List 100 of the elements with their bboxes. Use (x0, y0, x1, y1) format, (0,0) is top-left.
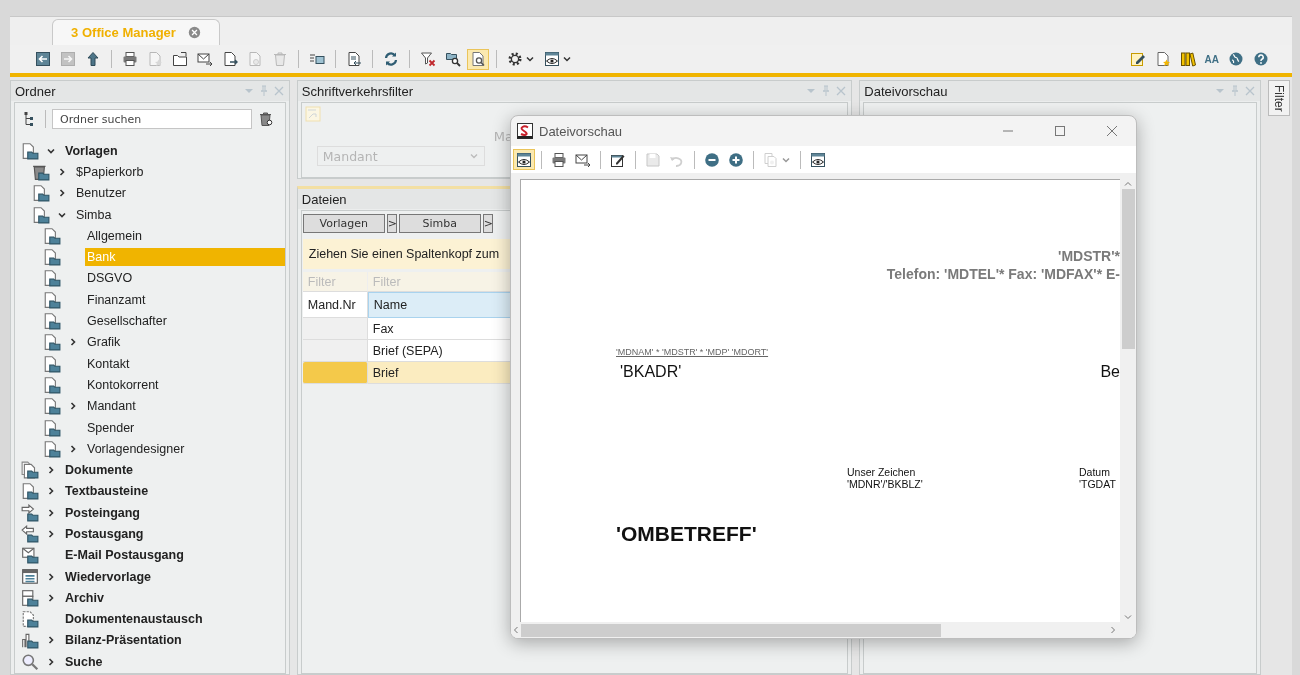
app-logo-icon (517, 123, 533, 139)
document-folder-icon (43, 248, 61, 267)
chevron-right-icon[interactable] (68, 337, 78, 348)
side-tab[interactable]: Filter (1268, 80, 1291, 116)
document-folder-icon (43, 290, 61, 309)
tree-item[interactable]: Postausgang (63, 525, 285, 543)
document-folder-icon (43, 418, 61, 437)
document-folder-icon (21, 482, 39, 501)
chevron-right-icon[interactable] (46, 592, 56, 603)
tree-item[interactable]: Simba (74, 205, 285, 224)
document-folder-icon (21, 610, 39, 629)
globe-icon (1228, 51, 1244, 67)
document-folder-icon (43, 375, 61, 394)
letterhead-text: 'MDSTR'* (1058, 248, 1120, 264)
document-folder-icon (43, 397, 61, 416)
document-folder-icon (43, 226, 61, 245)
close-icon[interactable] (187, 26, 201, 39)
tree-item[interactable]: Kontokorrent (85, 375, 285, 394)
pencil-document-icon (1129, 51, 1146, 67)
books-icon (1179, 51, 1196, 67)
tree-item[interactable]: Wiedervorlage (63, 567, 285, 586)
date-value: 'TGDAT (1079, 478, 1116, 490)
breadcrumb-button[interactable]: Vorlagen (302, 214, 385, 233)
help-icon (1253, 51, 1269, 67)
panel-title: Schriftverkehrsfilter (301, 83, 414, 99)
tree-item[interactable]: $Papierkorb (74, 162, 285, 181)
scroll-thumb[interactable] (1121, 189, 1135, 349)
trash-search-icon[interactable] (258, 111, 274, 127)
search-field[interactable]: Ordner suchen (52, 109, 252, 129)
sender-line: 'MDNAM' * 'MDSTR' * 'MDP' 'MDORT' (616, 347, 769, 357)
tree-item[interactable]: DSGVO (85, 269, 285, 288)
chevron-right-icon[interactable] (68, 401, 78, 412)
breadcrumb-separator[interactable]: > (386, 214, 397, 233)
letterhead-contact: Telefon: 'MDTEL'* Fax: 'MDFAX'* E- (886, 266, 1120, 282)
arrow-folder-icon (21, 525, 39, 543)
tree-item[interactable]: Vorlagendesigner (85, 439, 285, 458)
scroll-thumb[interactable] (521, 623, 941, 637)
tree-item[interactable]: Vorlagen (63, 141, 285, 160)
filter-toggle-icon[interactable] (304, 106, 321, 122)
document-folder-icon (43, 354, 61, 373)
arrow-folder-icon (21, 503, 39, 522)
date-label: Datum (1079, 466, 1110, 478)
document-folder-icon (21, 141, 39, 160)
archive-folder-icon (21, 588, 39, 607)
caret-icon (468, 151, 479, 161)
tree-item[interactable]: Gesellschafter (85, 312, 285, 330)
calendar-icon (21, 567, 39, 586)
chevron-right-icon[interactable] (46, 635, 56, 646)
search-icon (21, 652, 39, 671)
tree-item[interactable]: Bilanz-Präsentation (63, 631, 285, 650)
chevron-right-icon[interactable] (68, 443, 78, 454)
tree-item[interactable]: Archiv (63, 588, 285, 607)
tree-item[interactable]: Spender (85, 418, 285, 437)
chevron-right-icon[interactable] (46, 529, 56, 539)
panel-title: Dateivorschau (864, 83, 948, 99)
document-folder-icon (43, 269, 61, 288)
tree-item[interactable]: Dokumente (63, 461, 285, 480)
chevron-right-icon[interactable] (46, 571, 56, 582)
tree-item[interactable]: Allgemein (85, 226, 285, 245)
breadcrumb-button[interactable]: Simba (398, 214, 481, 233)
horizontal-scrollbar[interactable] (511, 622, 1136, 638)
panel-title: Ordner (15, 83, 56, 99)
chevron-right-icon[interactable] (46, 656, 56, 667)
envelope-folder-icon (21, 546, 39, 565)
subject-text: 'OMBETREFF' (616, 522, 757, 546)
chevron-right-icon[interactable] (57, 166, 67, 177)
tree-item[interactable]: Textbausteine (63, 482, 285, 501)
maximize-icon[interactable] (1052, 123, 1068, 139)
documents-folder-icon (21, 461, 39, 480)
tree-item[interactable]: Mandant (85, 397, 285, 416)
chevron-right-icon[interactable] (46, 465, 56, 476)
tree-item[interactable]: Kontakt (85, 354, 285, 373)
chart-folder-icon (21, 631, 39, 650)
tree-item[interactable]: Posteingang (63, 503, 285, 522)
tree-item[interactable]: Grafik (85, 333, 285, 352)
close-icon[interactable] (1104, 123, 1120, 139)
chevron-right-icon[interactable] (46, 486, 56, 497)
window-title: Dateivorschau (539, 123, 623, 139)
document-folder-icon (43, 333, 61, 352)
chevron-right-icon[interactable] (57, 188, 67, 199)
document-folder-icon (43, 439, 61, 458)
reference-label: Unser Zeichen (847, 466, 916, 478)
column-header[interactable]: Mand.Nr (302, 292, 368, 318)
document-folder-icon (32, 205, 50, 224)
document-folder-icon (43, 312, 61, 330)
document-folder-icon (32, 184, 50, 203)
chevron-right-icon[interactable] (46, 507, 56, 518)
tree-item[interactable]: Benutzer (74, 184, 285, 203)
tree-item[interactable]: Dokumentenaustausch (63, 610, 285, 629)
reference-value: 'MDNR'/'BKBLZ' (847, 478, 923, 490)
panel-title: Dateien (301, 191, 347, 207)
address-text: Be (1100, 363, 1120, 381)
font-size-button[interactable]: AA (1201, 48, 1222, 70)
document-star-icon (1154, 51, 1171, 67)
tree-item[interactable]: Suche (63, 652, 285, 671)
tree-item[interactable]: Finanzamt (85, 290, 285, 309)
filter-field[interactable]: Filter (302, 272, 368, 292)
breadcrumb-separator[interactable]: > (482, 214, 493, 233)
tree-item[interactable]: E-Mail Postausgang (63, 546, 285, 565)
app-tab-title: 3 Office Manager (71, 25, 176, 40)
